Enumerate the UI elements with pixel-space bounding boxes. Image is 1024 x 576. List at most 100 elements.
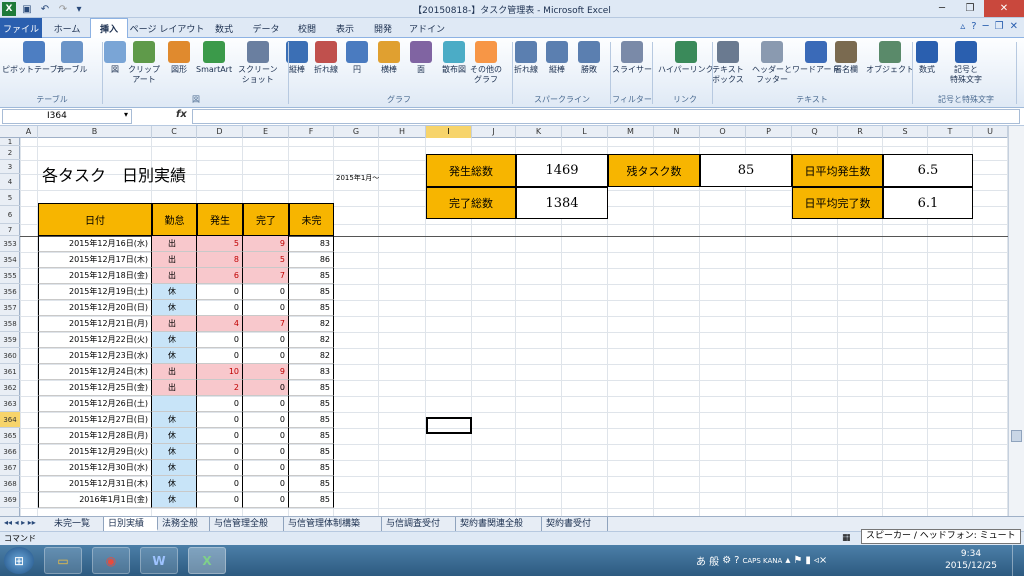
kpi-total-occurred-label[interactable]: 発生総数 — [426, 154, 516, 187]
kpi-daily-done-label[interactable]: 日平均完了数 — [792, 187, 883, 219]
cell-date[interactable]: 2015年12月22日(火) — [38, 332, 152, 348]
restore-button[interactable]: ❐ — [956, 0, 984, 17]
tab-page-layout[interactable]: ページ レイアウト — [130, 18, 205, 38]
row-header[interactable]: 356 — [0, 284, 20, 300]
kpi-daily-occurred-label[interactable]: 日平均発生数 — [792, 154, 883, 187]
cell-att[interactable]: 休 — [152, 300, 197, 316]
cell-occ[interactable]: 0 — [197, 396, 243, 412]
cell-done[interactable]: 0 — [243, 428, 289, 444]
sheet-tab[interactable]: 未完一覧 — [50, 517, 104, 531]
cell-date[interactable]: 2015年12月26日(土) — [38, 396, 152, 412]
word-icon[interactable]: W — [140, 547, 178, 574]
column-header[interactable]: C — [152, 126, 197, 138]
insert-function-icon[interactable]: fx — [176, 109, 187, 120]
tab-addins[interactable]: アドイン — [404, 18, 450, 38]
ribbon-button-area-chart[interactable]: 面 — [410, 41, 432, 75]
cell-date[interactable]: 2015年12月28日(月) — [38, 428, 152, 444]
cell-done[interactable]: 0 — [243, 412, 289, 428]
ribbon-button-sparkline-line[interactable]: 折れ線 — [514, 41, 538, 75]
ribbon-button-symbol[interactable]: 記号と 特殊文字 — [950, 41, 982, 85]
row-header[interactable]: 4 — [0, 174, 20, 190]
cell-date[interactable]: 2015年12月25日(金) — [38, 380, 152, 396]
ribbon-button-picture[interactable]: 図 — [104, 41, 126, 75]
row-header[interactable]: 367 — [0, 460, 20, 476]
qat-customize-icon[interactable]: ▾ — [74, 2, 84, 16]
cell-open[interactable]: 85 — [289, 396, 334, 412]
cell-date[interactable]: 2015年12月24日(木) — [38, 364, 152, 380]
taskbar-clock[interactable]: 9:34 2015/12/25 — [940, 548, 1002, 572]
kpi-daily-done-value[interactable]: 6.1 — [883, 187, 973, 219]
column-header[interactable]: A — [20, 126, 38, 138]
cell-open[interactable]: 85 — [289, 460, 334, 476]
normal-view-icon[interactable]: ▦ — [842, 532, 851, 545]
cell-done[interactable]: 0 — [243, 460, 289, 476]
redo-icon[interactable]: ↷ — [56, 2, 70, 16]
cell-done[interactable]: 0 — [243, 476, 289, 492]
kpi-total-done-label[interactable]: 完了総数 — [426, 187, 516, 219]
cell-open[interactable]: 85 — [289, 476, 334, 492]
row-header[interactable]: 360 — [0, 348, 20, 364]
cell-att[interactable] — [152, 396, 197, 412]
excel-app-icon[interactable]: X — [2, 2, 16, 16]
cell-open[interactable]: 85 — [289, 412, 334, 428]
row-header[interactable]: 5 — [0, 190, 20, 206]
speaker-muted-icon[interactable]: ◃× — [814, 555, 827, 566]
ribbon-button-sparkline-column[interactable]: 縦棒 — [546, 41, 568, 75]
excel-taskbar-icon[interactable]: X — [188, 547, 226, 574]
cell-date[interactable]: 2015年12月20日(日) — [38, 300, 152, 316]
sheet-nav-arrows-icon[interactable]: ◂◂ ◂ ▸ ▸▸ — [4, 518, 36, 527]
sheet-tab[interactable]: 与信調査受付 — [382, 517, 456, 531]
cell-done[interactable]: 0 — [243, 492, 289, 508]
ribbon-button-other-charts[interactable]: その他の グラフ — [470, 41, 502, 85]
row-header[interactable]: 7 — [0, 224, 20, 236]
tab-home[interactable]: ホーム — [46, 18, 88, 38]
cell-occ[interactable]: 10 — [197, 364, 243, 380]
save-icon[interactable]: ▣ — [20, 2, 34, 16]
cell-date[interactable]: 2015年12月18日(金) — [38, 268, 152, 284]
flag-icon[interactable]: ⚑ — [793, 555, 802, 566]
column-header[interactable]: P — [746, 126, 792, 138]
ribbon-button-sparkline-winloss[interactable]: 勝敗 — [578, 41, 600, 75]
cell-open[interactable]: 86 — [289, 252, 334, 268]
help-tray-icon[interactable]: ? — [734, 555, 739, 566]
cell-date[interactable]: 2015年12月19日(土) — [38, 284, 152, 300]
sheet-tab[interactable]: 与信管理体制構築 — [284, 517, 382, 531]
ribbon-button-signature-line[interactable]: 署名欄 — [834, 41, 858, 75]
cell-att[interactable]: 休 — [152, 428, 197, 444]
cell-open[interactable]: 82 — [289, 332, 334, 348]
header-occurred[interactable]: 発生 — [197, 203, 243, 236]
cell-done[interactable]: 0 — [243, 396, 289, 412]
cell-done[interactable]: 7 — [243, 268, 289, 284]
sheet-tab[interactable]: 契約書受付 — [542, 517, 608, 531]
cell-att[interactable]: 出 — [152, 364, 197, 380]
cell-open[interactable]: 85 — [289, 492, 334, 508]
column-header[interactable]: J — [472, 126, 516, 138]
cell-att[interactable]: 休 — [152, 476, 197, 492]
cell-date[interactable]: 2015年12月29日(火) — [38, 444, 152, 460]
name-box-dropdown-icon[interactable]: ▾ — [124, 110, 128, 119]
cell-occ[interactable]: 2 — [197, 380, 243, 396]
column-header[interactable]: B — [38, 126, 152, 138]
cell-open[interactable]: 83 — [289, 236, 334, 252]
cell-occ[interactable]: 0 — [197, 428, 243, 444]
cell-date[interactable]: 2015年12月23日(水) — [38, 348, 152, 364]
ime-tools-icon[interactable]: ⚙ — [722, 555, 731, 566]
row-header[interactable]: 6 — [0, 206, 20, 224]
show-hidden-icons-icon[interactable]: ▴ — [785, 555, 790, 566]
cell-date[interactable]: 2015年12月21日(月) — [38, 316, 152, 332]
cell-done[interactable]: 0 — [243, 380, 289, 396]
doc-close-icon[interactable]: ✕ — [1010, 21, 1018, 32]
tab-file[interactable]: ファイル — [0, 18, 42, 38]
tab-view[interactable]: 表示 — [328, 18, 362, 38]
column-header[interactable]: G — [334, 126, 379, 138]
kpi-total-done-value[interactable]: 1384 — [516, 187, 608, 219]
cell-open[interactable]: 82 — [289, 316, 334, 332]
row-header[interactable]: 2 — [0, 146, 20, 160]
ribbon-button-shapes[interactable]: 図形 — [168, 41, 190, 75]
column-header[interactable]: T — [928, 126, 973, 138]
cell-occ[interactable]: 4 — [197, 316, 243, 332]
row-header[interactable]: 358 — [0, 316, 20, 332]
ribbon-button-clip-art[interactable]: クリップ アート — [128, 41, 160, 85]
cell-done[interactable]: 5 — [243, 252, 289, 268]
ribbon-button-textbox[interactable]: テキスト ボックス — [712, 41, 744, 85]
